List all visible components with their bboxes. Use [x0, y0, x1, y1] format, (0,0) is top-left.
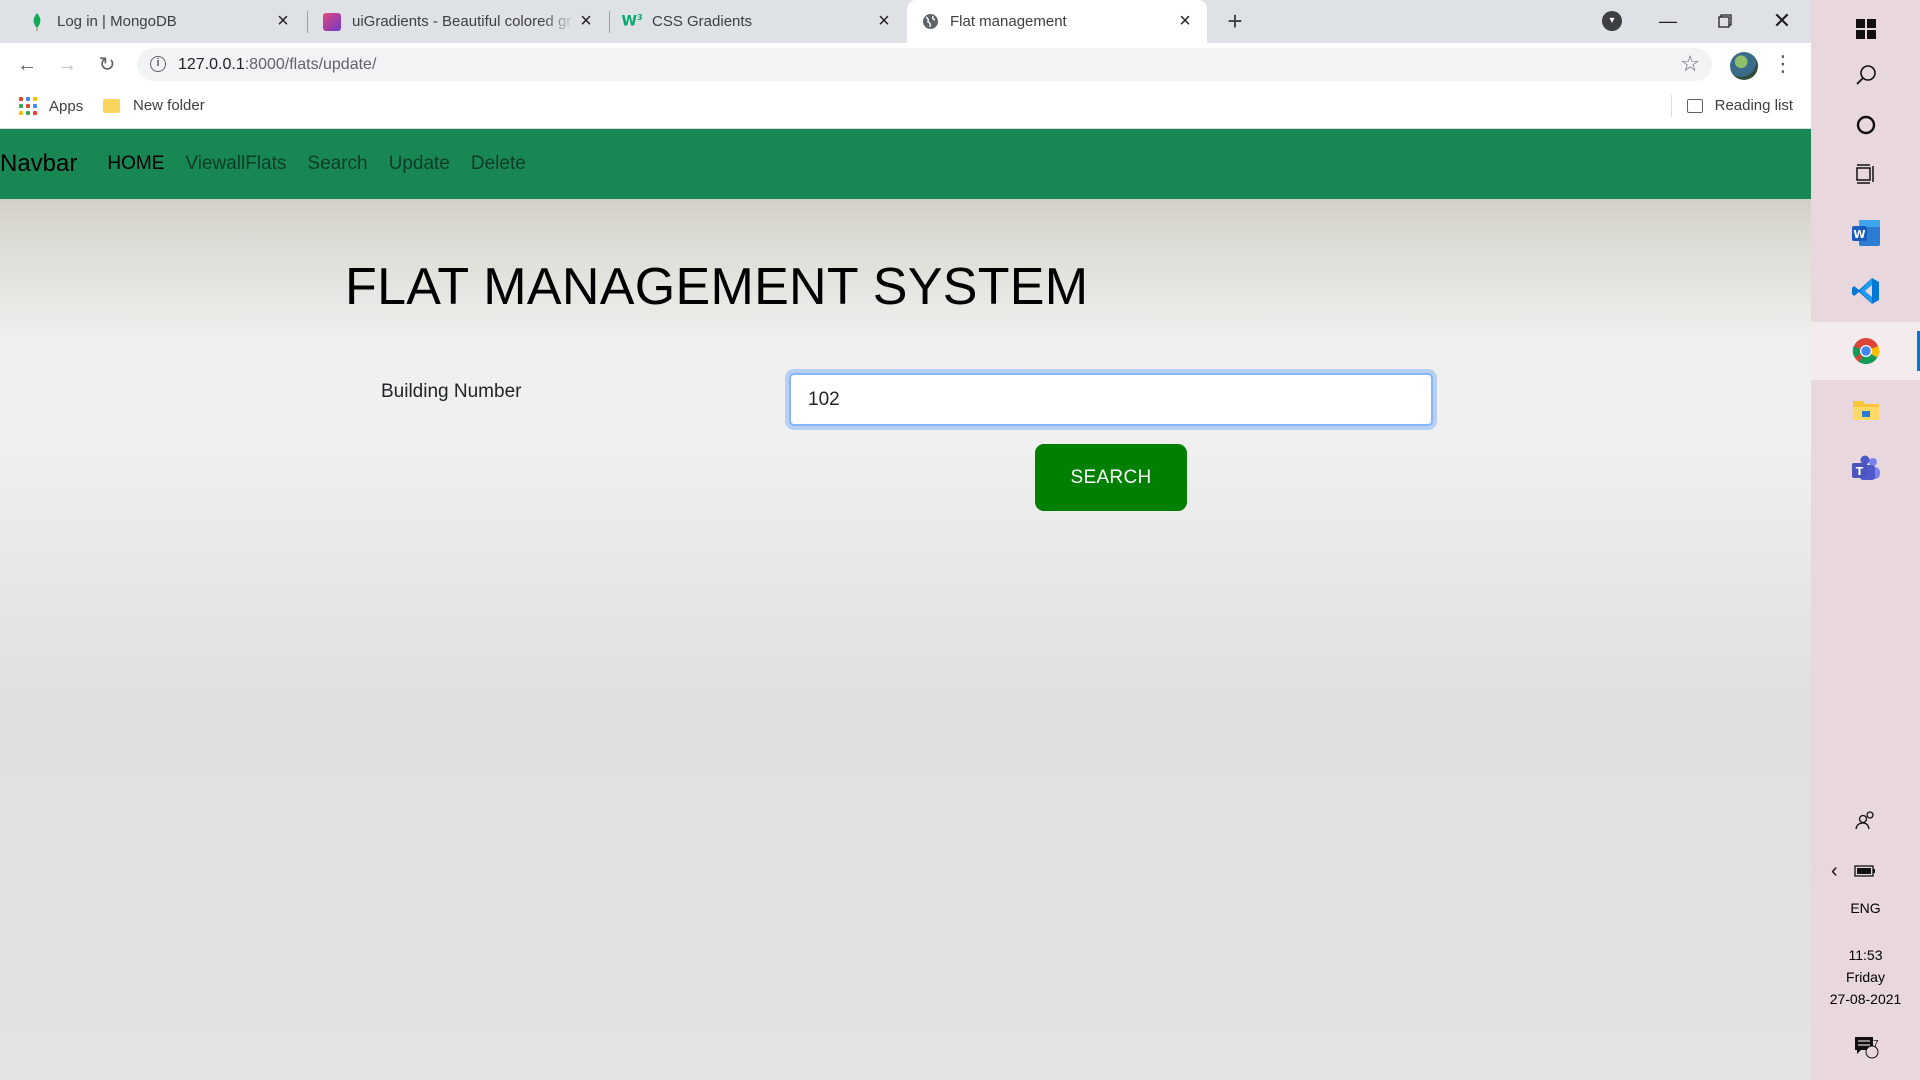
tab-title: Flat management — [950, 13, 1067, 30]
bookmark-new-folder[interactable]: New folder — [103, 97, 205, 114]
more-menu-icon[interactable]: ⋮ — [1772, 51, 1794, 79]
profile-avatar[interactable] — [1730, 52, 1758, 80]
teams-icon[interactable]: T — [1811, 440, 1920, 498]
bookmark-label: New folder — [133, 97, 205, 114]
language-indicator[interactable]: ENG — [1811, 897, 1920, 919]
clock-time[interactable]: 11:53 — [1811, 944, 1920, 966]
vscode-icon[interactable] — [1811, 262, 1920, 320]
nav-link-search[interactable]: Search — [307, 153, 367, 175]
svg-text:W: W — [1853, 228, 1865, 241]
tab-search-button[interactable]: ▾ — [1602, 11, 1622, 31]
close-tab-icon[interactable]: × — [1174, 10, 1196, 33]
w3schools-icon: W3 — [621, 13, 643, 30]
building-number-input[interactable] — [789, 373, 1433, 426]
clock-date[interactable]: 27-08-2021 — [1811, 988, 1920, 1010]
uigradients-icon — [323, 12, 341, 31]
building-number-label: Building Number — [381, 381, 522, 402]
folder-icon — [103, 98, 120, 113]
word-icon[interactable]: W — [1811, 204, 1920, 262]
tab-uigradients[interactable]: uiGradients - Beautiful colored gr × — [307, 0, 608, 43]
close-window-button[interactable]: ✕ — [1767, 6, 1797, 36]
close-tab-icon[interactable]: × — [272, 10, 294, 33]
site-navbar: Navbar HOME ViewallFlats Search Update D… — [0, 129, 1811, 199]
bookmark-separator — [1670, 95, 1672, 117]
new-tab-button[interactable]: + — [1222, 8, 1248, 35]
task-view-icon[interactable] — [1811, 145, 1920, 203]
apps-grid-icon — [19, 97, 37, 115]
nav-link-update[interactable]: Update — [389, 153, 450, 175]
bookmark-label: Apps — [49, 97, 84, 115]
minimize-button[interactable]: — — [1653, 6, 1683, 36]
nav-link-viewallflats[interactable]: ViewallFlats — [185, 153, 286, 175]
tab-mongodb[interactable]: Log in | MongoDB × — [0, 0, 305, 43]
reading-list-label: Reading list — [1714, 97, 1793, 114]
site-info-icon[interactable]: i — [150, 56, 166, 72]
back-button[interactable]: ← — [12, 50, 42, 80]
url-text[interactable]: 127.0.0.1:8000/flats/update/ — [178, 56, 376, 74]
windows-taskbar: W T ‹ ENG 11:53 Friday 27-08-2021 7 — [1811, 0, 1920, 1080]
reading-list-button[interactable]: Reading list — [1670, 95, 1793, 117]
nav-link-delete[interactable]: Delete — [471, 153, 526, 175]
tab-strip: Log in | MongoDB × uiGradients - Beautif… — [0, 0, 1811, 43]
file-explorer-icon[interactable] — [1811, 380, 1920, 438]
navbar-brand[interactable]: Navbar — [0, 150, 77, 178]
bookmark-apps[interactable]: Apps — [19, 97, 83, 115]
reload-button[interactable]: ↻ — [92, 50, 122, 80]
browser-window: Log in | MongoDB × uiGradients - Beautif… — [0, 0, 1811, 1080]
bookmark-star-icon[interactable]: ☆ — [1680, 51, 1700, 77]
page-content: Navbar HOME ViewallFlats Search Update D… — [0, 129, 1811, 1080]
close-tab-icon[interactable]: × — [873, 10, 895, 33]
notification-count-badge: 7 — [1873, 1039, 1879, 1050]
address-bar[interactable]: i 127.0.0.1:8000/flats/update/ ☆ — [137, 48, 1712, 81]
address-toolbar: ← → ↻ i 127.0.0.1:8000/flats/update/ ☆ ⋮ — [0, 43, 1811, 86]
tray-expand-icon[interactable]: ‹ — [1811, 853, 1920, 889]
tab-css-gradients[interactable]: W3 CSS Gradients × — [609, 0, 906, 43]
reading-list-icon — [1686, 98, 1703, 113]
search-button[interactable]: SEARCH — [1035, 444, 1187, 511]
chrome-icon[interactable] — [1811, 322, 1920, 380]
battery-icon[interactable] — [1854, 865, 1876, 877]
close-tab-icon[interactable]: × — [575, 10, 597, 33]
tab-title: uiGradients - Beautiful colored gr — [352, 13, 572, 30]
page-title: FLAT MANAGEMENT SYSTEM — [345, 258, 1089, 316]
svg-text:T: T — [1855, 465, 1863, 478]
restore-button[interactable] — [1710, 6, 1740, 36]
tab-flat-management[interactable]: Flat management × — [907, 0, 1207, 43]
nav-link-home[interactable]: HOME — [107, 153, 164, 175]
bookmarks-bar: Apps New folder Reading list — [0, 86, 1811, 129]
globe-icon — [921, 13, 939, 31]
clock-day[interactable]: Friday — [1811, 966, 1920, 988]
people-icon[interactable] — [1811, 803, 1920, 839]
tab-title: Log in | MongoDB — [57, 13, 177, 30]
tab-title: CSS Gradients — [652, 13, 753, 30]
notification-center-icon[interactable]: 7 — [1811, 1022, 1920, 1072]
mongodb-leaf-icon — [28, 12, 46, 31]
forward-button[interactable]: → — [52, 50, 82, 80]
